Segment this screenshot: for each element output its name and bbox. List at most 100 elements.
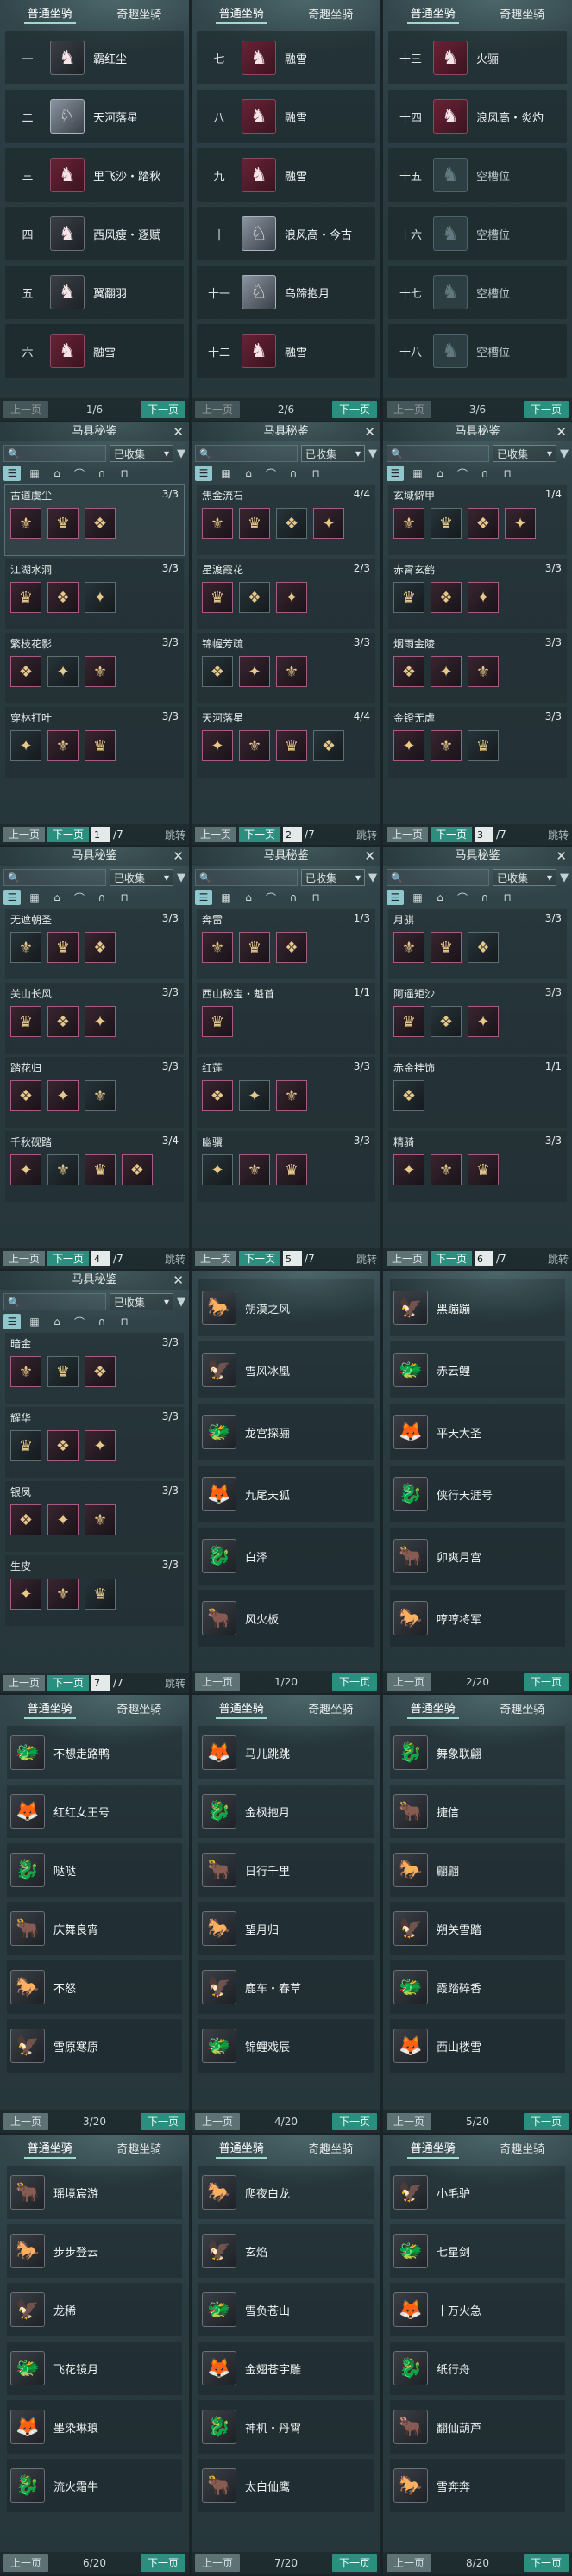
special-mount-row[interactable]: 🐉 流火霜牛 xyxy=(7,2459,182,2512)
bridle-icon[interactable]: ⌂ xyxy=(48,1314,66,1329)
next-page-button[interactable]: 下一页 xyxy=(140,401,185,418)
armor-icon[interactable]: ⊓ xyxy=(307,466,324,481)
harness-item-icon[interactable]: ❖ xyxy=(202,656,233,687)
special-mount-row[interactable]: 🐲 飞花镜月 xyxy=(7,2342,182,2395)
prev-page-button[interactable]: 上一页 xyxy=(3,401,49,418)
armor-icon[interactable]: ⊓ xyxy=(116,890,133,905)
saddle-icon[interactable]: ▦ xyxy=(409,890,426,905)
special-mount-row[interactable]: 🐎 步步登云 xyxy=(7,2224,182,2278)
page-input[interactable]: 1 xyxy=(91,827,111,842)
tab-special-mounts[interactable]: 奇趣坐骑 xyxy=(113,2138,165,2158)
harness-item-icon[interactable]: ⚜ xyxy=(10,932,41,963)
tab-normal-mounts[interactable]: 普通坐骑 xyxy=(215,3,267,24)
mount-slot-row[interactable]: 二 ♘ 天河落星 xyxy=(5,90,184,143)
harness-item-icon[interactable]: ✦ xyxy=(468,1006,499,1037)
tab-normal-mounts[interactable]: 普通坐骑 xyxy=(23,1698,76,1719)
harness-item-icon[interactable]: ⚜ xyxy=(276,1080,307,1111)
armor-icon[interactable]: ⊓ xyxy=(116,466,133,481)
next-page-button[interactable]: 下一页 xyxy=(331,1673,377,1691)
harness-item-icon[interactable]: ♛ xyxy=(431,508,462,539)
special-mount-row[interactable]: 🐲 霞踏碎香 xyxy=(390,1960,565,2014)
filter-dropdown[interactable]: 已收集 ▾ xyxy=(301,869,365,886)
saddle-icon[interactable]: ▦ xyxy=(26,466,43,481)
harness-item-icon[interactable]: ⚜ xyxy=(276,656,307,687)
harness-set-group[interactable]: 星渡霞花 2/3 ♛ ❖ ✦ xyxy=(197,559,375,629)
stirrup-icon[interactable]: ⌒ xyxy=(71,890,88,905)
harness-set-group[interactable]: 奔雷 1/3 ⚜ ♛ ❖ xyxy=(197,909,375,979)
harness-item-icon[interactable]: ♛ xyxy=(47,1356,79,1387)
filter-icon[interactable]: ▼ xyxy=(177,447,185,460)
harness-set-group[interactable]: 赤霄玄鹤 3/3 ♛ ❖ ✦ xyxy=(388,559,567,629)
bridle-icon[interactable]: ⌂ xyxy=(48,890,66,905)
harness-set-group[interactable]: 穿林打叶 3/3 ✦ ⚜ ♛ xyxy=(5,707,184,778)
harness-item-icon[interactable]: ♛ xyxy=(85,1579,116,1610)
filter-dropdown[interactable]: 已收集 ▾ xyxy=(110,445,173,462)
tab-normal-mounts[interactable]: 普通坐骑 xyxy=(406,3,459,24)
bridle-icon[interactable]: ⌂ xyxy=(431,890,449,905)
tab-normal-mounts[interactable]: 普通坐骑 xyxy=(406,2137,459,2159)
next-page-button[interactable]: 下一页 xyxy=(140,2554,185,2572)
prev-page-button[interactable]: 上一页 xyxy=(195,827,237,842)
filter-dropdown[interactable]: 已收集 ▾ xyxy=(493,869,556,886)
harness-set-group[interactable]: 烟雨金陵 3/3 ❖ ✦ ⚜ xyxy=(388,633,567,703)
special-mount-row[interactable]: 🦅 雪风冰凰 xyxy=(198,1341,374,1398)
harness-item-icon[interactable]: ♛ xyxy=(85,730,116,761)
armor-icon[interactable]: ⊓ xyxy=(307,890,324,905)
harness-item-icon[interactable]: ⚜ xyxy=(47,1154,79,1185)
next-page-button[interactable]: 下一页 xyxy=(140,2113,185,2130)
special-mount-row[interactable]: 🐂 翻仙葫芦 xyxy=(390,2400,565,2454)
special-mount-row[interactable]: 🐂 庆舞良宵 xyxy=(7,1902,182,1955)
list-icon[interactable]: ☰ xyxy=(3,466,21,481)
mount-slot-row[interactable]: 七 ♞ 融雪 xyxy=(197,31,375,84)
search-input[interactable]: 🔍 xyxy=(387,445,489,462)
special-mount-row[interactable]: 🦊 马儿跳跳 xyxy=(198,1726,374,1779)
mount-slot-row[interactable]: 十三 ♞ 火骊 xyxy=(388,31,567,84)
armor-icon[interactable]: ⊓ xyxy=(116,1314,133,1329)
harness-item-icon[interactable]: ✦ xyxy=(468,582,499,613)
harness-item-icon[interactable]: ❖ xyxy=(431,582,462,613)
next-page-button[interactable]: 下一页 xyxy=(431,1251,473,1266)
close-icon[interactable]: ✕ xyxy=(364,847,375,866)
harness-item-icon[interactable]: ⚜ xyxy=(85,1504,116,1535)
harness-item-icon[interactable]: ⚜ xyxy=(393,508,424,539)
harness-set-group[interactable]: 红莲 3/3 ❖ ✦ ⚜ xyxy=(197,1057,375,1128)
saddle-icon[interactable]: ▦ xyxy=(26,890,43,905)
harness-item-icon[interactable]: ❖ xyxy=(468,932,499,963)
special-mount-row[interactable]: 🦅 黑蹦蹦 xyxy=(390,1279,565,1336)
harness-item-icon[interactable]: ♛ xyxy=(393,1006,424,1037)
close-icon[interactable]: ✕ xyxy=(556,847,567,866)
search-input[interactable]: 🔍 xyxy=(195,445,298,462)
next-page-button[interactable]: 下一页 xyxy=(239,827,281,842)
list-icon[interactable]: ☰ xyxy=(387,466,404,481)
stirrup-icon[interactable]: ⌒ xyxy=(454,466,471,481)
harness-item-icon[interactable]: ⚜ xyxy=(202,508,233,539)
harness-item-icon[interactable]: ❖ xyxy=(10,1504,41,1535)
harness-item-icon[interactable]: ❖ xyxy=(47,1430,79,1461)
mount-slot-row[interactable]: 三 ♞ 里飞沙・踏秋 xyxy=(5,148,184,202)
filter-dropdown[interactable]: 已收集 ▾ xyxy=(110,869,173,886)
harness-item-icon[interactable]: ❖ xyxy=(468,508,499,539)
special-mount-row[interactable]: 🐉 金枫抱月 xyxy=(198,1785,374,1838)
mount-slot-row[interactable]: 十六 ♞ 空槽位 xyxy=(388,207,567,260)
mount-slot-row[interactable]: 一 ♞ 霸红尘 xyxy=(5,31,184,84)
stirrup-icon[interactable]: ⌒ xyxy=(262,466,280,481)
harness-item-icon[interactable]: ✦ xyxy=(239,1080,270,1111)
harness-set-group[interactable]: 金镫无虐 3/3 ✦ ⚜ ♛ xyxy=(388,707,567,778)
harness-item-icon[interactable]: ❖ xyxy=(393,656,424,687)
prev-page-button[interactable]: 上一页 xyxy=(3,2554,49,2572)
prev-page-button[interactable]: 上一页 xyxy=(387,1251,429,1266)
search-input[interactable]: 🔍 xyxy=(195,869,298,886)
special-mount-row[interactable]: 🦅 小毛驴 xyxy=(390,2166,565,2219)
special-mount-row[interactable]: 🦅 朔关雪踏 xyxy=(390,1902,565,1955)
filter-dropdown[interactable]: 已收集 ▾ xyxy=(493,445,556,462)
special-mount-row[interactable]: 🐉 白泽 xyxy=(198,1528,374,1585)
jump-button[interactable]: 跳转 xyxy=(165,1676,185,1691)
special-mount-row[interactable]: 🐎 哼哼将军 xyxy=(390,1590,565,1647)
special-mount-row[interactable]: 🐂 瑶境宸游 xyxy=(7,2166,182,2219)
special-mount-row[interactable]: 🐲 龙宫探骊 xyxy=(198,1404,374,1460)
special-mount-row[interactable]: 🦅 雪原寒原 xyxy=(7,2019,182,2073)
tab-special-mounts[interactable]: 奇趣坐骑 xyxy=(305,3,356,23)
special-mount-row[interactable]: 🦊 金翅苍宇雕 xyxy=(198,2342,374,2395)
harness-item-icon[interactable]: ♛ xyxy=(10,582,41,613)
mount-slot-row[interactable]: 十一 ♘ 乌蹄抱月 xyxy=(197,266,375,319)
